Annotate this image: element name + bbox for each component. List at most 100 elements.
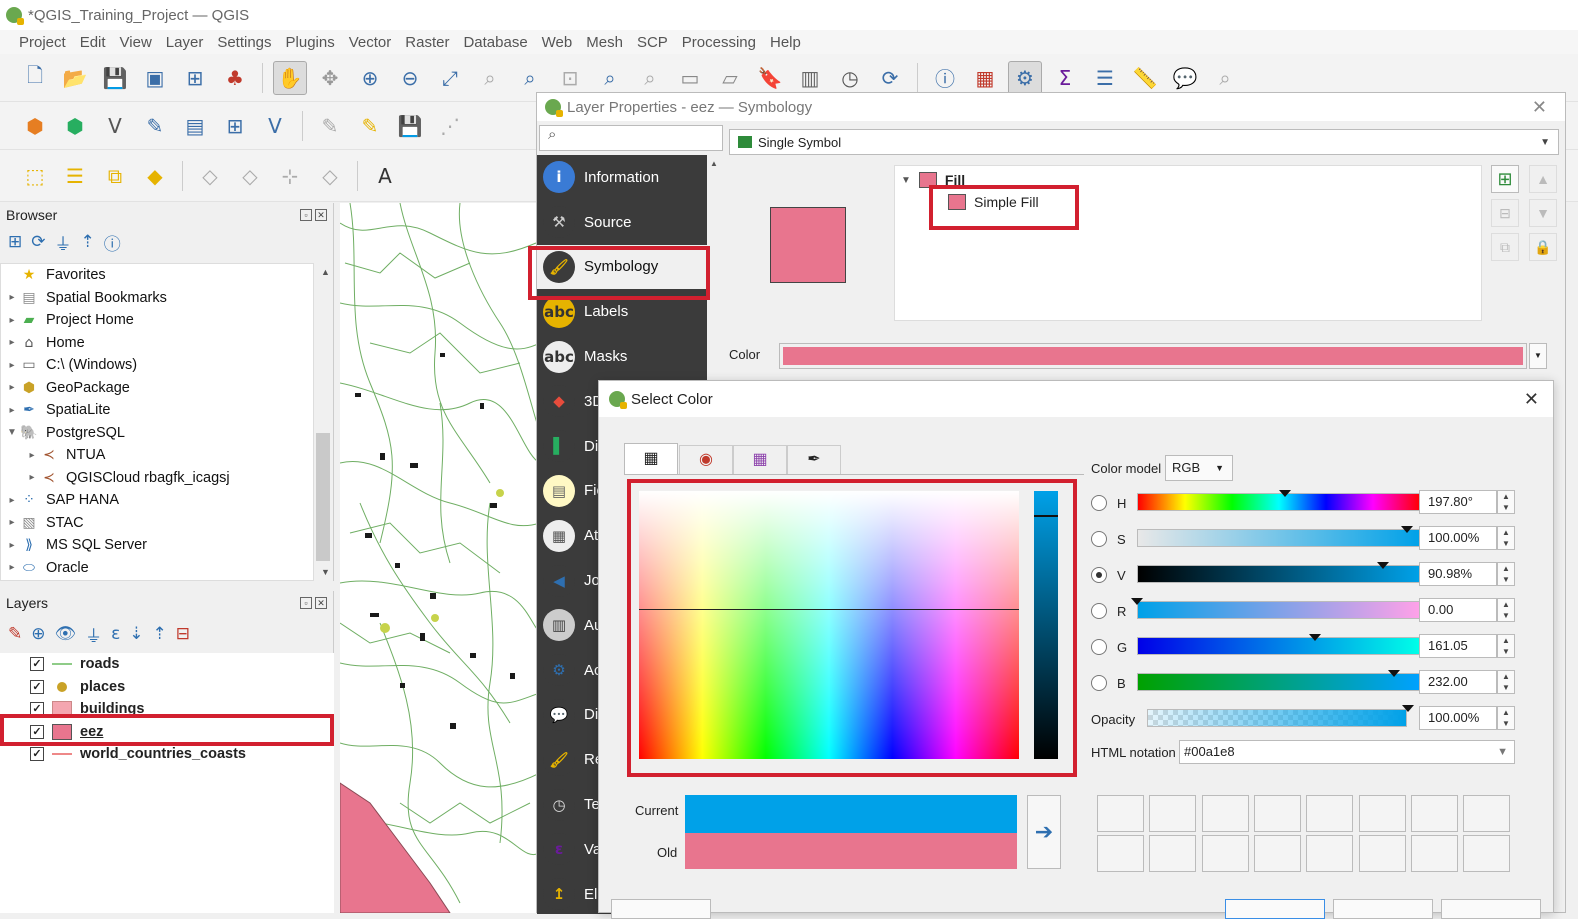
expand-arrow-icon[interactable]: ▸ (5, 337, 19, 348)
custom-swatch[interactable] (1201, 795, 1249, 832)
browser-item[interactable]: ▼ 🐘 PostgreSQL (1, 422, 313, 445)
tab-color-wheel[interactable]: ◉ (679, 445, 733, 475)
expand-arrow-icon[interactable]: ▸ (5, 540, 19, 551)
layer-item[interactable]: ✓ eez (0, 721, 334, 744)
expand-arrow-icon[interactable]: ▸ (5, 517, 19, 528)
tab-swatches[interactable]: ▦ (733, 445, 787, 475)
layer-item[interactable]: ✓ buildings (0, 698, 334, 721)
browser-item[interactable]: ▸ ✒ SpatiaLite (1, 399, 313, 422)
custom-swatch[interactable] (1358, 795, 1406, 832)
custom-swatch[interactable] (1201, 835, 1249, 872)
custom-swatch[interactable] (1253, 835, 1301, 872)
layer-checkbox[interactable]: ✓ (30, 747, 44, 762)
slider-handle[interactable] (1388, 670, 1400, 677)
custom-swatch[interactable] (1097, 795, 1144, 832)
new-project-icon[interactable]: 🗋 (18, 61, 52, 95)
channel-value[interactable]: 0.00 (1419, 598, 1497, 622)
lock-icon[interactable]: 🔒 (1529, 233, 1557, 261)
slider-handle[interactable] (1309, 634, 1321, 641)
browser-item[interactable]: ▸ ≺ NTUA (1, 444, 313, 467)
renderer-select[interactable]: Single Symbol ▼ (729, 129, 1559, 155)
expand-arrow-icon[interactable]: ▼ (5, 427, 19, 438)
new-3d-view-icon[interactable]: ▱ (713, 61, 747, 95)
tree-child-label[interactable]: Simple Fill (974, 194, 1039, 210)
label-tool-icon[interactable]: A (368, 159, 402, 193)
zoom-next-icon[interactable]: ⌕ (633, 61, 667, 95)
menu-item[interactable]: Database (456, 34, 534, 51)
filter-icon[interactable]: ⏚ (55, 230, 72, 255)
bookmark-new-icon[interactable]: 🔖 (753, 61, 787, 95)
pan-to-selection-icon[interactable]: ✥ (313, 61, 347, 95)
channel-radio-r[interactable] (1091, 603, 1107, 619)
menu-item[interactable]: Plugins (279, 34, 342, 51)
tab-color-picker[interactable]: ✒ (787, 445, 841, 475)
select-location-icon[interactable]: ◆ (138, 159, 172, 193)
expand-arrow-icon[interactable]: ▸ (5, 315, 19, 326)
browser-item[interactable]: ▸ ▤ Spatial Bookmarks (1, 287, 313, 310)
new-map-view-icon[interactable]: ▭ (673, 61, 707, 95)
close-icon[interactable]: ✕ (315, 209, 327, 221)
menu-item[interactable]: Project (12, 34, 73, 51)
select-features-icon[interactable]: ⬚ (18, 159, 52, 193)
channel-radio-h[interactable] (1091, 495, 1107, 511)
layer-item[interactable]: ✓ places (0, 676, 334, 699)
expand-arrow-icon[interactable]: ▸ (5, 360, 19, 371)
zoom-out-icon[interactable]: ⊖ (393, 61, 427, 95)
deselect-icon[interactable]: ⧉ (98, 159, 132, 193)
nav-search-input[interactable]: ⌕ (539, 125, 723, 151)
ok-button[interactable] (1225, 899, 1325, 919)
expand-arrow-icon[interactable]: ▸ (5, 292, 19, 303)
menu-item[interactable]: Web (535, 34, 580, 51)
zoom-selection-icon[interactable]: ⌕ (473, 61, 507, 95)
open-project-icon[interactable]: 📂 (58, 61, 92, 95)
browser-item[interactable]: ▸ ▧ STAC (1, 512, 313, 535)
color-model-select[interactable]: RGB ▼ (1165, 455, 1233, 481)
arrow-right-icon[interactable]: ➔ (1027, 795, 1061, 869)
expand-arrow-icon[interactable]: ▸ (5, 562, 19, 573)
channel-value[interactable]: 90.98% (1419, 562, 1497, 586)
expression-filter-icon[interactable]: ε (111, 624, 120, 644)
nav-item[interactable]: abc Labels (537, 289, 707, 334)
add-symbol-layer-icon[interactable]: ⊞ (1491, 165, 1519, 193)
channel-slider-g[interactable] (1137, 637, 1421, 655)
layer-checkbox[interactable]: ✓ (30, 724, 44, 739)
remove-layer-icon[interactable]: ⊟ (176, 624, 190, 644)
channel-value[interactable]: 232.00 (1419, 670, 1497, 694)
channel-radio-s[interactable] (1091, 531, 1107, 547)
expand-arrow-icon[interactable]: ▸ (25, 472, 39, 483)
simplify-icon[interactable]: ◇ (233, 159, 267, 193)
slider-handle[interactable] (1279, 490, 1291, 497)
channel-radio-v[interactable] (1091, 567, 1107, 583)
browser-item[interactable]: ▸ ⌂ Home (1, 332, 313, 355)
channel-spinner[interactable]: ▲ ▼ (1497, 598, 1515, 622)
custom-swatch[interactable] (1410, 795, 1458, 832)
slider-handle[interactable] (1131, 598, 1143, 605)
select-by-value-icon[interactable]: ☰ (58, 159, 92, 193)
float-icon[interactable]: ▫ (300, 597, 312, 609)
slider-handle[interactable] (1401, 526, 1413, 533)
add-raster-layer-icon[interactable]: ⬢ (58, 109, 92, 143)
add-wfs-icon[interactable]: V (258, 109, 292, 143)
expand-icon[interactable]: ▼ (901, 175, 911, 186)
zoom-last-icon[interactable]: ⌕ (593, 61, 627, 95)
old-color-swatch[interactable] (685, 833, 1017, 869)
statistics-icon[interactable]: Σ (1048, 61, 1082, 95)
measure-icon[interactable]: 📏 (1128, 61, 1162, 95)
expand-arrow-icon[interactable]: ▸ (25, 450, 39, 461)
save-edits-icon[interactable]: 💾 (393, 109, 427, 143)
add-group-icon[interactable]: ⊕ (31, 624, 45, 644)
split-icon[interactable]: ⊹ (273, 159, 307, 193)
processing-toolbox-icon[interactable]: ⚙ (1008, 60, 1042, 95)
menu-item[interactable]: Mesh (579, 34, 630, 51)
refresh-icon[interactable]: ⟳ (873, 61, 907, 95)
close-icon[interactable]: ✕ (1532, 97, 1547, 118)
browser-item[interactable]: ★ Favorites (1, 264, 313, 287)
duplicate-icon[interactable]: ⧉ (1491, 233, 1519, 261)
tab-color-ramp[interactable]: ▦ (624, 443, 678, 475)
custom-swatch[interactable] (1463, 835, 1511, 872)
layer-item[interactable]: ✓ roads (0, 653, 334, 676)
menu-item[interactable]: Raster (398, 34, 456, 51)
add-wms-icon[interactable]: ⊞ (218, 109, 252, 143)
channel-spinner[interactable]: ▲ ▼ (1497, 526, 1515, 550)
channel-radio-b[interactable] (1091, 675, 1107, 691)
